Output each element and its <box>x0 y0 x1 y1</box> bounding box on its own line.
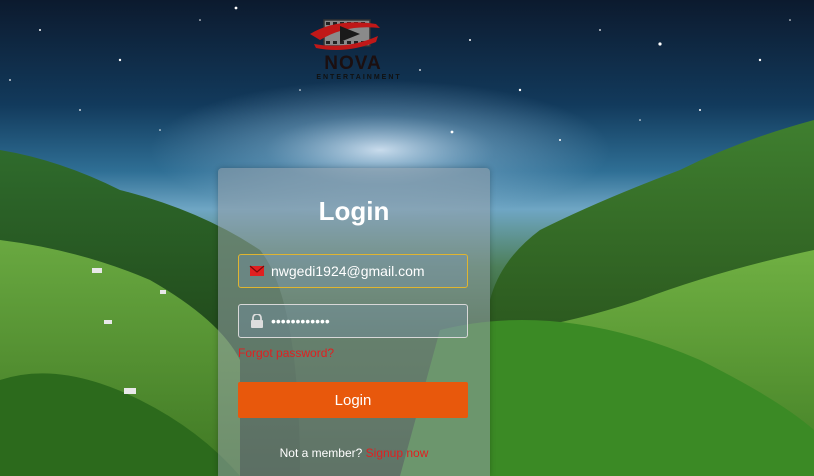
login-page: NOVA ENTERTAINMENT Login Forgot password… <box>0 0 814 476</box>
film-reel-icon <box>310 19 380 50</box>
signup-prompt: Not a member? <box>279 446 363 460</box>
forgot-password-link[interactable]: Forgot password? <box>238 346 334 360</box>
logo-name: NOVA <box>324 53 382 74</box>
signup-row: Not a member? Signup now <box>218 446 490 460</box>
signup-link[interactable]: Signup now <box>366 446 429 460</box>
logo-subtitle: ENTERTAINMENT <box>316 74 402 81</box>
email-field[interactable] <box>238 254 468 288</box>
lock-icon <box>251 314 263 328</box>
email-input[interactable] <box>271 255 461 287</box>
login-title: Login <box>318 196 390 226</box>
login-card: Login Forgot password? Login Not a membe… <box>218 168 490 476</box>
password-input[interactable] <box>271 305 461 337</box>
login-button[interactable]: Login <box>238 382 468 418</box>
envelope-icon <box>249 265 265 276</box>
nova-entertainment-logo: NOVA ENTERTAINMENT <box>306 14 406 81</box>
password-field[interactable] <box>238 304 468 338</box>
